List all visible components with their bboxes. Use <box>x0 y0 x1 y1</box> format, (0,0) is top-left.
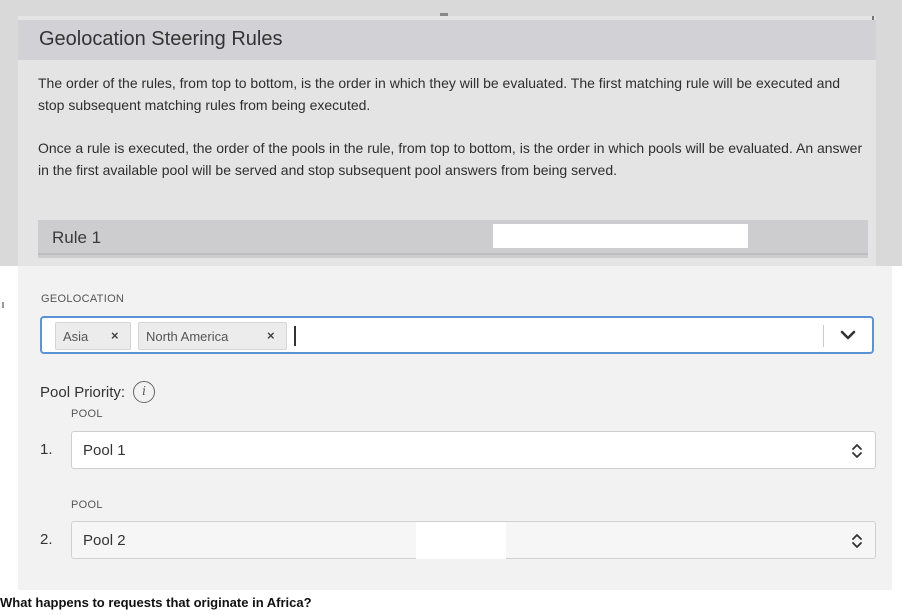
rule-header-divider <box>38 253 868 255</box>
rule-title: Rule 1 <box>52 228 102 247</box>
info-icon[interactable]: i <box>133 381 156 403</box>
pools-order-description: Once a rule is executed, the order of th… <box>38 140 863 178</box>
dialog-title: Geolocation Steering Rules <box>39 28 283 50</box>
remove-north-america-icon[interactable]: × <box>267 329 275 343</box>
pool-2-number: 2. <box>40 531 53 548</box>
top-edge-mark <box>440 13 448 16</box>
rules-order-description: The order of the rules, from top to bott… <box>38 75 841 113</box>
pool-priority-heading: Pool Priority: i <box>40 381 156 403</box>
chevron-down-icon[interactable] <box>839 326 857 344</box>
screenshot-stage: Geolocation Steering Rules The order of … <box>0 0 902 614</box>
left-edge-mark <box>2 302 4 308</box>
pool-priority-label: Pool Priority: <box>40 383 126 401</box>
pool-2-value: Pool 2 <box>83 532 126 549</box>
pool-1-value: Pool 1 <box>83 442 126 459</box>
pool-1-select[interactable] <box>71 431 876 469</box>
geolocation-label: GEOLOCATION <box>41 293 125 305</box>
chip-label: Asia <box>63 328 89 344</box>
dropdown-divider <box>823 325 824 347</box>
updown-arrows-icon[interactable] <box>851 441 863 461</box>
redaction-box <box>493 224 748 248</box>
geolocation-chip-asia: Asia × <box>55 322 131 350</box>
remove-asia-icon[interactable]: × <box>111 329 119 343</box>
text-cursor <box>294 326 296 346</box>
updown-arrows-icon[interactable] <box>851 531 863 551</box>
pool-1-field-label: POOL <box>71 408 103 420</box>
pool-1-number: 1. <box>40 441 53 458</box>
redaction-box <box>416 522 506 559</box>
chip-label: North America <box>146 328 229 344</box>
question-text: What happens to requests that originate … <box>0 595 312 610</box>
geolocation-chip-north-america: North America × <box>138 322 287 350</box>
pool-2-field-label: POOL <box>71 499 103 511</box>
